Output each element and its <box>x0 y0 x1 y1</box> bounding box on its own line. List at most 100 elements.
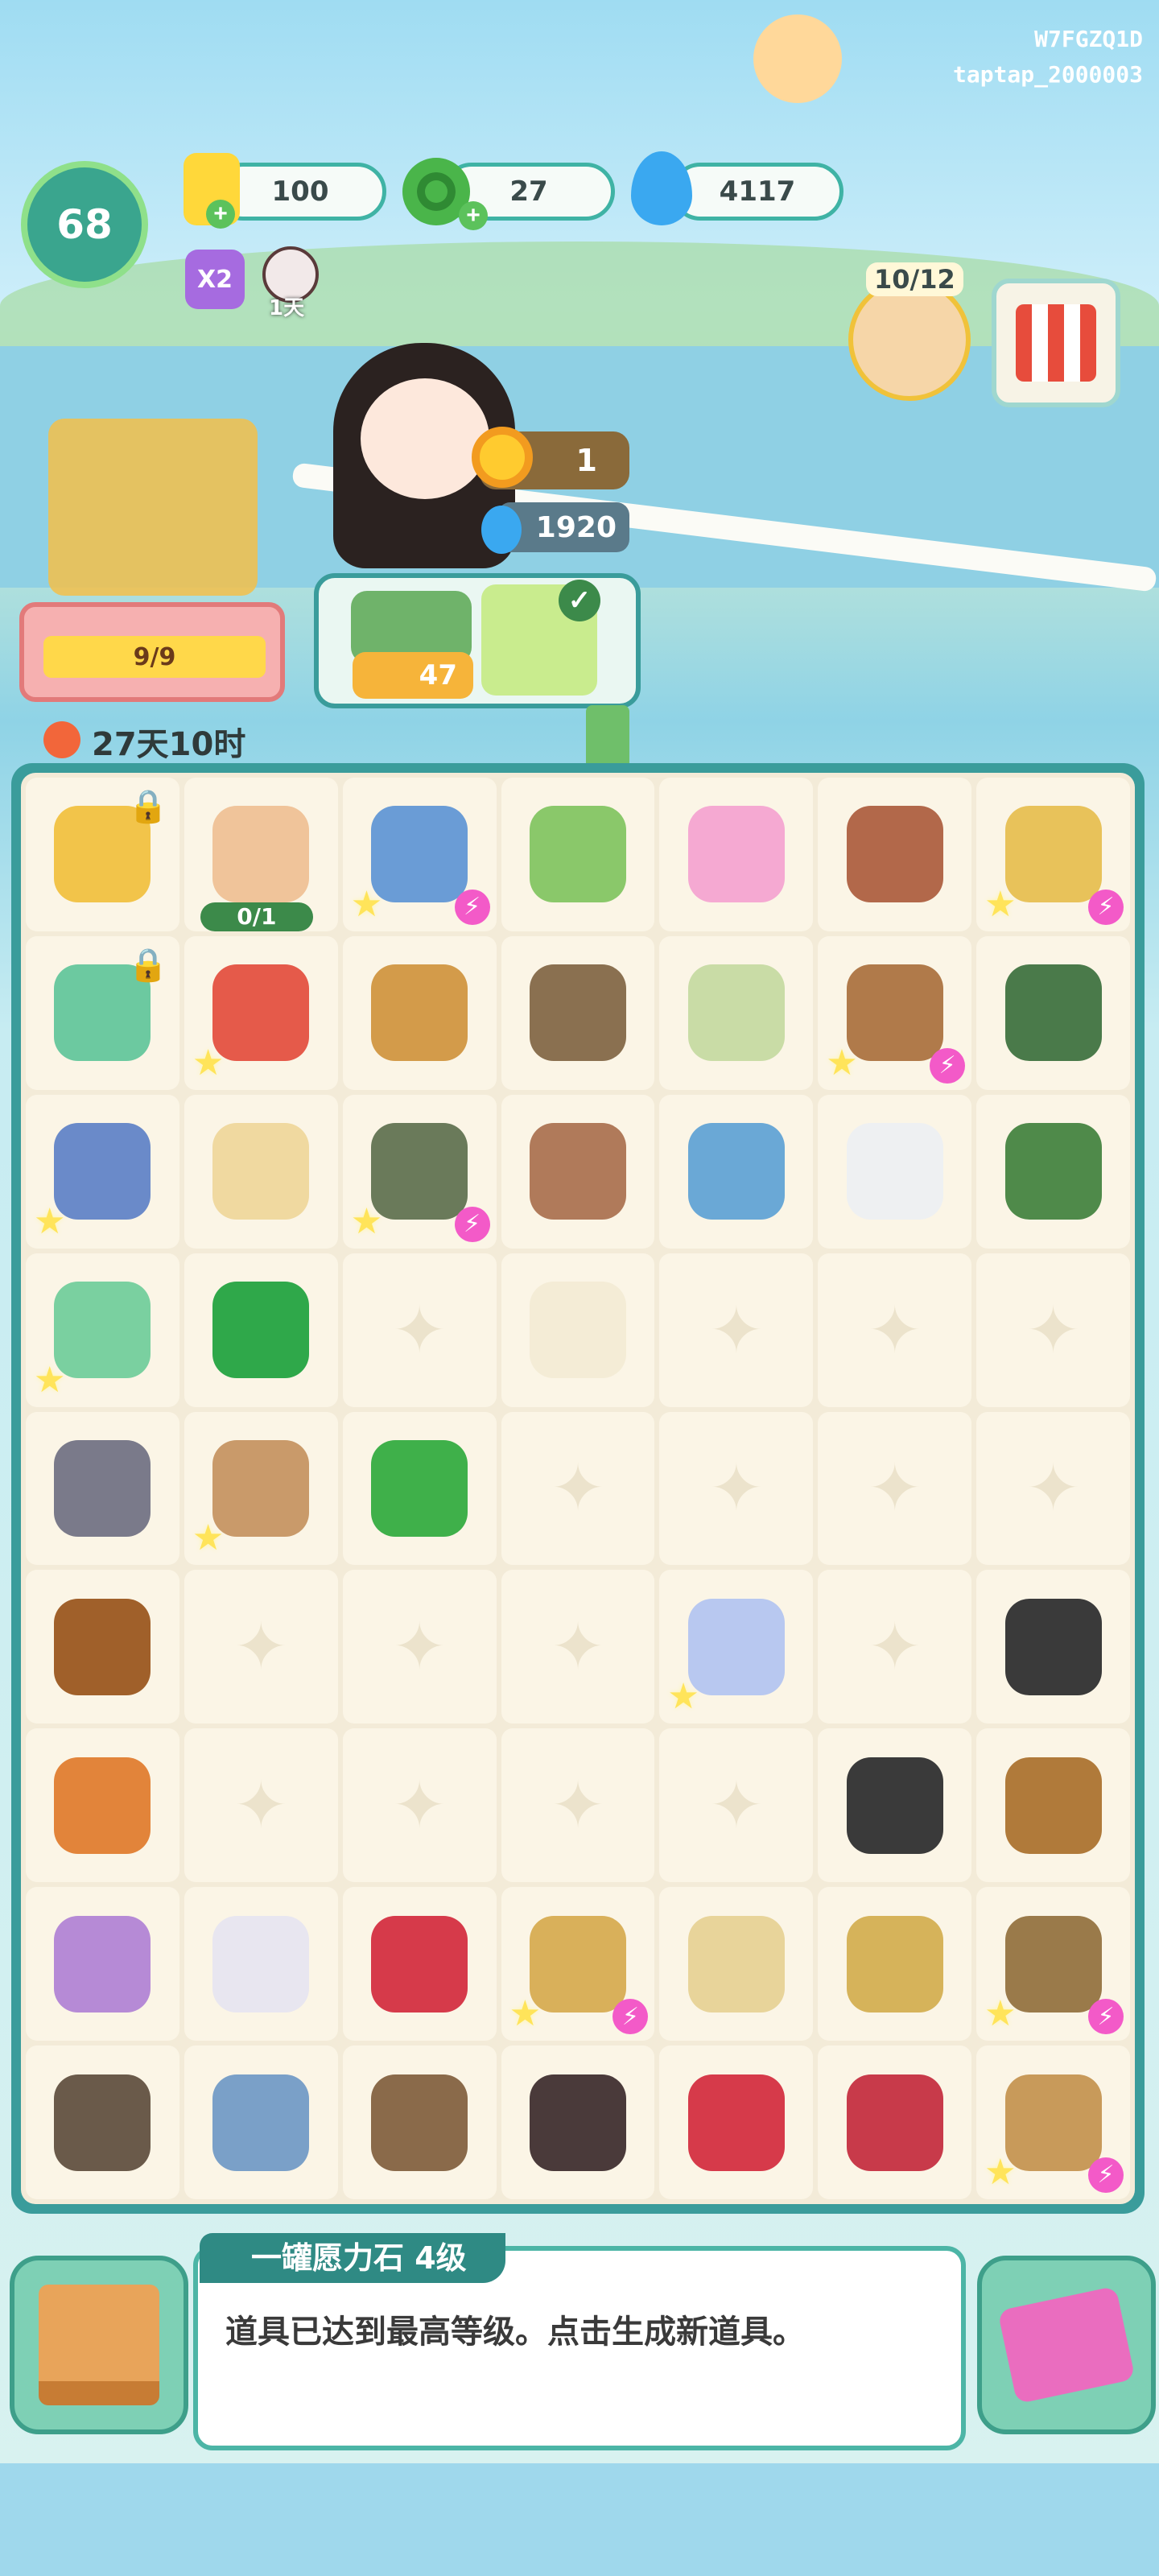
board-cell-jar-white[interactable] <box>818 1094 972 1249</box>
board-cell-gift-bags[interactable]: ★ <box>184 935 338 1090</box>
board-cell-tote-green[interactable]: ★ <box>26 1253 179 1407</box>
pillow-item[interactable] <box>687 964 785 1062</box>
board-cell-anvil[interactable] <box>26 1411 179 1566</box>
add-energy-icon[interactable]: + <box>206 200 235 229</box>
board-cell-coin-stack[interactable] <box>184 1253 338 1407</box>
board-cell-empty[interactable] <box>659 1253 814 1407</box>
anvil-item[interactable] <box>54 1439 151 1537</box>
wish-jar-item[interactable] <box>687 1598 785 1695</box>
cauliflower-item[interactable] <box>529 806 626 903</box>
board-cell-jar-orange[interactable] <box>26 1728 179 1883</box>
board-cell-empty[interactable] <box>342 1728 497 1883</box>
pan-stir-item[interactable] <box>1004 1757 1102 1854</box>
ring-paw-item[interactable] <box>212 1123 310 1220</box>
wok-item[interactable] <box>1004 1915 1102 2013</box>
board-cell-pan[interactable] <box>976 1570 1130 1724</box>
cauliflower-small-item[interactable] <box>529 1282 626 1379</box>
fan-pink-item[interactable] <box>687 806 785 903</box>
tea-bag-item[interactable] <box>212 1915 310 2013</box>
board-cell-plate-food[interactable] <box>659 1887 814 2041</box>
house-blue-item[interactable] <box>371 806 468 903</box>
steamer-bao-item[interactable] <box>529 1915 626 2013</box>
knot-round-item[interactable] <box>846 2074 943 2171</box>
board-cell-empty[interactable] <box>976 1411 1130 1566</box>
board-cell-cauliflower-small[interactable] <box>501 1253 655 1407</box>
plate-food-item[interactable] <box>687 1915 785 2013</box>
board-cell-empty[interactable] <box>659 1411 814 1566</box>
board-cell-pan[interactable] <box>818 1728 972 1883</box>
board-cell-jade-coin[interactable] <box>342 1411 497 1566</box>
jar-orange-item[interactable] <box>54 1757 151 1854</box>
board-cell-empty[interactable] <box>818 1253 972 1407</box>
board-cell-puppy[interactable] <box>501 1094 655 1249</box>
gift-bags-item[interactable] <box>212 964 310 1062</box>
bones-item[interactable] <box>54 1598 151 1695</box>
jar-white-item[interactable] <box>846 1123 943 1220</box>
board-cell-bones[interactable] <box>26 1570 179 1724</box>
board-cell-empty[interactable] <box>659 1728 814 1883</box>
jade-disc-item[interactable] <box>1004 964 1102 1062</box>
board-cell-empty[interactable] <box>184 1728 338 1883</box>
board-cell-empty[interactable] <box>976 1253 1130 1407</box>
shop-button[interactable] <box>992 279 1120 407</box>
qipao-item[interactable] <box>529 2074 626 2171</box>
puppy-item[interactable] <box>529 1123 626 1220</box>
knot-red-item[interactable] <box>371 1915 468 2013</box>
double-boost-badge[interactable]: X2 <box>185 250 245 309</box>
board-cell-basket[interactable] <box>501 935 655 1090</box>
board-cell-key[interactable] <box>342 935 497 1090</box>
board-cell-stove[interactable]: ★ ⚡ <box>976 2046 1130 2199</box>
board-cell-jade-pendant[interactable] <box>976 1094 1130 1249</box>
jade-pendant-item[interactable] <box>1004 1123 1102 1220</box>
board-cell-pillow[interactable] <box>659 935 814 1090</box>
board-cell-vase-blue[interactable] <box>659 1094 814 1249</box>
energy-counter[interactable]: 100 <box>214 163 386 221</box>
pan-item[interactable] <box>1004 1598 1102 1695</box>
map-button[interactable] <box>977 2256 1156 2434</box>
tote-green-item[interactable] <box>54 1282 151 1379</box>
board-cell-knot-red[interactable] <box>342 1887 497 2041</box>
board-cell-house-blue[interactable]: ★ ⚡ <box>342 778 497 931</box>
pot-plant-item[interactable] <box>371 1123 468 1220</box>
shelf-yellow-item[interactable] <box>1004 806 1102 903</box>
jade-coin-item[interactable] <box>371 1439 468 1537</box>
board-cell-house-wood[interactable]: ★ ⚡ <box>818 935 972 1090</box>
inventory-button[interactable] <box>10 2256 188 2434</box>
board-cell-scroll[interactable] <box>184 2046 338 2199</box>
shelf-round-item[interactable] <box>846 806 943 903</box>
board-cell-ring-paw[interactable] <box>184 1094 338 1249</box>
board-cell-empty[interactable] <box>501 1570 655 1724</box>
board-cell-wok[interactable]: ★ ⚡ <box>976 1887 1130 2041</box>
board-cell-empty[interactable] <box>818 1411 972 1566</box>
water-counter[interactable]: 4117 <box>671 163 843 221</box>
board-cell-tote-blue[interactable]: ★ <box>26 1094 179 1249</box>
house-wood-item[interactable] <box>846 964 943 1062</box>
board-cell-qipao[interactable] <box>501 2046 655 2199</box>
add-coin-icon[interactable]: + <box>459 201 488 230</box>
board-cell-pan-stir[interactable] <box>976 1728 1130 1883</box>
board-cell-empty[interactable] <box>342 1570 497 1724</box>
board-cell-knot-round[interactable] <box>818 2046 972 2199</box>
customer-portrait[interactable] <box>848 279 971 401</box>
board-cell-empty[interactable] <box>818 1570 972 1724</box>
playground-building[interactable] <box>48 419 258 596</box>
frame-book-item[interactable] <box>54 2074 151 2171</box>
knot-red-item[interactable] <box>687 2074 785 2171</box>
board-cell-frame-book[interactable] <box>26 2046 179 2199</box>
board-cell-wish-jar[interactable]: ★ <box>659 1570 814 1724</box>
level-badge[interactable]: 68 <box>21 161 148 288</box>
board-cell-cauliflower[interactable] <box>501 778 655 931</box>
board-cell-empty[interactable] <box>184 1570 338 1724</box>
girl-order-item[interactable] <box>212 806 310 903</box>
board-cell-jade-disc[interactable] <box>976 935 1130 1090</box>
basket-item[interactable] <box>529 964 626 1062</box>
board-cell-frame-text[interactable] <box>342 2046 497 2199</box>
board-cell-bag-green-locked[interactable]: 🔒 <box>26 935 179 1090</box>
tote-blue-item[interactable] <box>54 1123 151 1220</box>
board-cell-empty[interactable] <box>501 1728 655 1883</box>
board-cell-knot-red[interactable] <box>659 2046 814 2199</box>
board-cell-empty[interactable] <box>342 1253 497 1407</box>
board-cell-tote-brown[interactable]: ★ <box>184 1411 338 1566</box>
frame-text-item[interactable] <box>371 2074 468 2171</box>
board-cell-pot-plant[interactable]: ★ ⚡ <box>342 1094 497 1249</box>
